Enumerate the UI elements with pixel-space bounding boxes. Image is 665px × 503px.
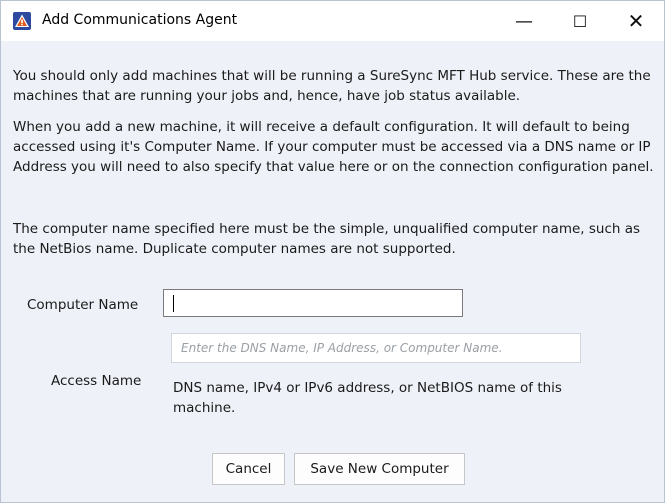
save-new-computer-button[interactable]: Save New Computer [294, 453, 465, 485]
add-communications-agent-dialog: Add Communications Agent — ☐ ✕ You shoul… [0, 0, 665, 503]
access-name-help-text: DNS name, IPv4 or IPv6 address, or NetBI… [173, 380, 562, 416]
access-name-label: Access Name [51, 373, 142, 389]
text-caret [173, 295, 174, 312]
dialog-body: You should only add machines that will b… [1, 41, 664, 502]
close-button[interactable]: ✕ [613, 1, 659, 41]
maximize-button[interactable]: ☐ [557, 1, 603, 41]
title-bar[interactable]: Add Communications Agent — ☐ ✕ [1, 1, 664, 41]
cancel-button[interactable]: Cancel [212, 453, 285, 485]
intro-paragraph-2: When you add a new machine, it will rece… [13, 119, 654, 175]
intro-paragraph-1: You should only add machines that will b… [13, 68, 651, 104]
computer-name-input[interactable] [163, 289, 463, 317]
warning-triangle-icon [13, 12, 31, 30]
window-title: Add Communications Agent [42, 12, 238, 28]
intro-paragraph-3: The computer name specified here must be… [13, 221, 641, 257]
access-name-input[interactable] [171, 333, 581, 363]
computer-name-label: Computer Name [27, 297, 139, 313]
minimize-button[interactable]: — [501, 1, 547, 41]
